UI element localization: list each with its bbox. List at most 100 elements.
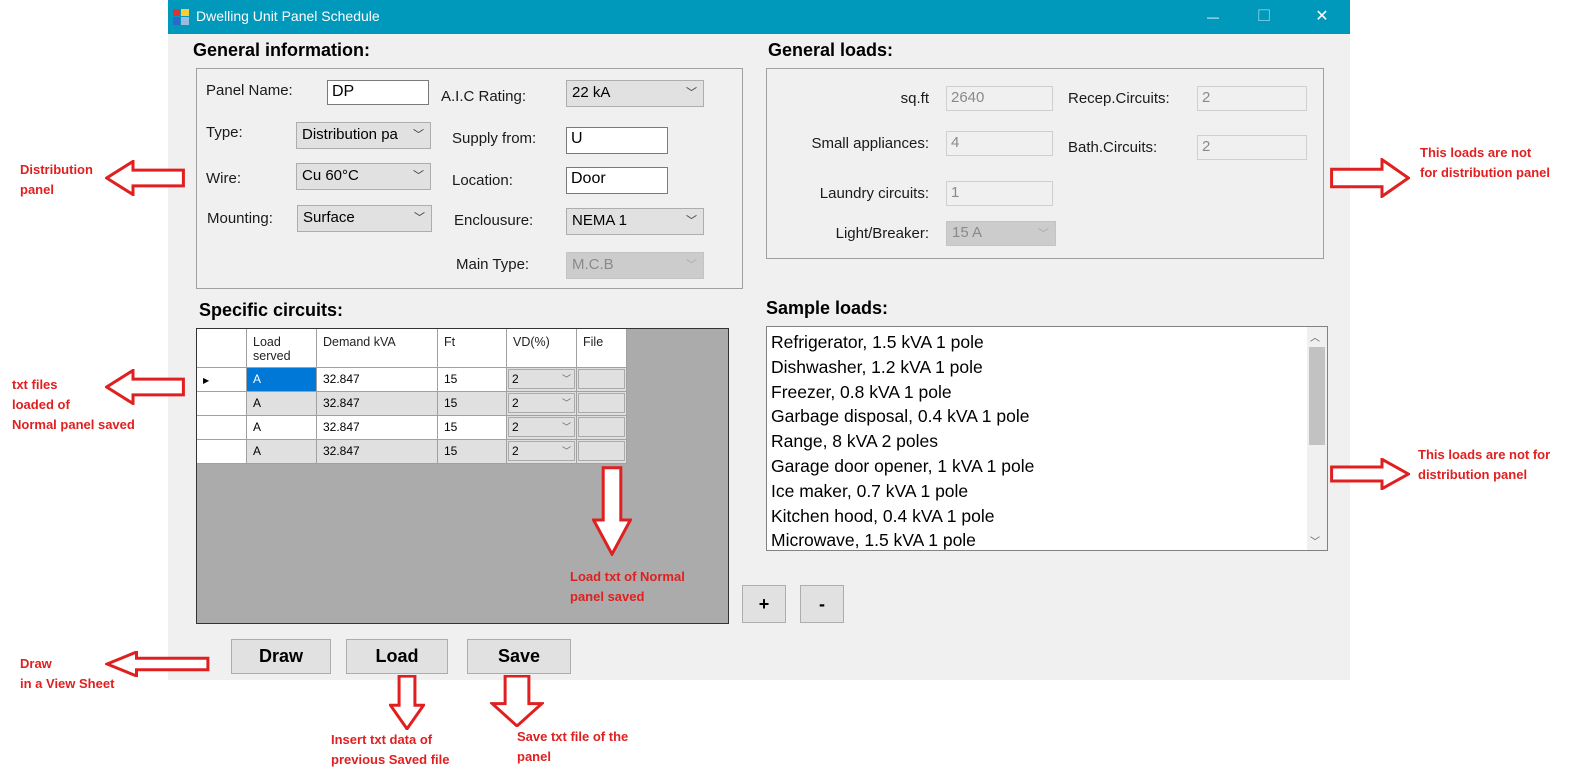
supply-label: Supply from: — [452, 130, 537, 147]
specific-circuits-heading: Specific circuits: — [199, 300, 344, 320]
annotation-sample-loads: This loads are not for distribution pane… — [1418, 447, 1551, 482]
recep-label: Recep.Circuits: — [1068, 90, 1170, 107]
file-button-face[interactable] — [578, 393, 625, 413]
save-button[interactable]: Save — [467, 639, 571, 674]
vd-select[interactable]: 2 ﹀ — [507, 440, 577, 464]
wire-select[interactable]: Cu 60°C ﹀ — [296, 163, 431, 190]
chevron-down-icon: ﹀ — [414, 212, 425, 224]
arrow-left-icon — [105, 369, 185, 405]
file-button[interactable] — [577, 392, 627, 416]
column-header[interactable]: Demand kVA — [317, 329, 438, 368]
remove-load-button[interactable]: - — [800, 585, 844, 623]
enclosure-select[interactable]: NEMA 1 ﹀ — [566, 208, 704, 235]
main-type-label: Main Type: — [456, 256, 530, 273]
chevron-down-icon: ﹀ — [561, 398, 571, 408]
demand-kva-cell[interactable]: 32.847 — [317, 416, 438, 440]
list-item[interactable]: Garage door opener, 1 kVA 1 pole — [771, 456, 1034, 477]
ft-cell[interactable]: 15 — [438, 440, 507, 464]
annotation-file-column: Load txt of Normal panel saved — [570, 569, 685, 604]
column-header[interactable]: Load served — [247, 329, 317, 368]
sample-loads-list[interactable]: ︿ ﹀ Refrigerator, 1.5 kVA 1 pole Dishwash… — [766, 326, 1328, 551]
arrow-down-icon — [592, 466, 632, 556]
vd-value: 2 — [512, 372, 519, 386]
file-button[interactable] — [577, 440, 627, 464]
laundry-input: 1 — [946, 181, 1053, 206]
bath-label: Bath.Circuits: — [1068, 139, 1158, 156]
light-breaker-select: 15 A ﹀ — [946, 221, 1056, 246]
vd-value: 2 — [512, 420, 519, 434]
sample-loads-heading: Sample loads: — [766, 298, 889, 318]
file-button[interactable] — [577, 368, 627, 392]
list-item[interactable]: Microwave, 1.5 kVA 1 pole — [771, 530, 976, 551]
list-item[interactable]: Dishwasher, 1.2 kVA 1 pole — [771, 357, 983, 378]
row-header[interactable]: ▶ — [197, 368, 247, 392]
aic-value: 22 kA — [572, 84, 611, 101]
mounting-select[interactable]: Surface ﹀ — [297, 205, 432, 232]
demand-kva-cell[interactable]: 32.847 — [317, 440, 438, 464]
scroll-down-icon[interactable]: ﹀ — [1310, 533, 1320, 548]
load-served-cell[interactable]: A — [247, 440, 317, 464]
list-item[interactable]: Kitchen hood, 0.4 kVA 1 pole — [771, 506, 994, 527]
vd-select[interactable]: 2 ﹀ — [507, 392, 577, 416]
panel-name-input[interactable]: DP — [327, 80, 429, 105]
annotation-load: Insert txt data of previous Saved file — [331, 732, 450, 767]
column-header[interactable]: Ft — [438, 329, 507, 368]
row-header[interactable] — [197, 440, 247, 464]
list-item[interactable]: Freezer, 0.8 kVA 1 pole — [771, 382, 952, 403]
load-served-cell[interactable]: A — [247, 392, 317, 416]
sqft-input: 2640 — [946, 86, 1053, 111]
type-select[interactable]: Distribution pa ﹀ — [296, 122, 431, 149]
arrow-down-icon — [490, 675, 544, 727]
list-item[interactable]: Garbage disposal, 0.4 kVA 1 pole — [771, 406, 1029, 427]
aic-select[interactable]: 22 kA ﹀ — [566, 80, 704, 107]
column-header[interactable]: VD(%) — [507, 329, 577, 368]
scroll-thumb[interactable] — [1309, 347, 1325, 445]
row-header[interactable] — [197, 392, 247, 416]
location-label: Location: — [452, 172, 513, 189]
chevron-down-icon: ﹀ — [686, 259, 697, 271]
annotation-distribution: Distribution panel — [20, 162, 93, 197]
vd-value: 2 — [512, 396, 519, 410]
app-icon — [173, 9, 189, 25]
mounting-label: Mounting: — [207, 210, 273, 227]
location-input[interactable]: Door — [566, 167, 668, 194]
file-button[interactable] — [577, 416, 627, 440]
ft-cell[interactable]: 15 — [438, 392, 507, 416]
demand-kva-cell[interactable]: 32.847 — [317, 368, 438, 392]
file-button-face[interactable] — [578, 417, 625, 437]
load-served-cell[interactable]: A — [247, 368, 317, 392]
list-item[interactable]: Ice maker, 0.7 kVA 1 pole — [771, 481, 968, 502]
load-button[interactable]: Load — [346, 639, 448, 674]
add-load-button[interactable]: + — [742, 585, 786, 623]
maximize-button[interactable]: ☐ — [1249, 4, 1279, 30]
file-button-face[interactable] — [578, 441, 625, 461]
column-header[interactable]: File — [577, 329, 627, 368]
arrow-left-icon — [105, 160, 185, 196]
minimize-button[interactable]: — — [1198, 4, 1228, 30]
sqft-label: sq.ft — [900, 90, 929, 107]
row-header[interactable] — [197, 416, 247, 440]
load-served-cell[interactable]: A — [247, 416, 317, 440]
supply-input[interactable]: U — [566, 127, 668, 154]
ft-cell[interactable]: 15 — [438, 416, 507, 440]
vd-select[interactable]: 2 ﹀ — [507, 368, 577, 392]
general-info-heading: General information: — [193, 40, 371, 60]
type-value: Distribution pa — [302, 126, 398, 143]
window-title: Dwelling Unit Panel Schedule — [196, 8, 380, 24]
mounting-value: Surface — [303, 209, 355, 226]
row-header-corner — [197, 329, 247, 368]
scroll-up-icon[interactable]: ︿ — [1310, 329, 1320, 344]
scrollbar[interactable]: ︿ ﹀ — [1307, 327, 1327, 550]
demand-kva-cell[interactable]: 32.847 — [317, 392, 438, 416]
list-item[interactable]: Range, 8 kVA 2 poles — [771, 431, 938, 452]
draw-button[interactable]: Draw — [231, 639, 331, 674]
ft-cell[interactable]: 15 — [438, 368, 507, 392]
general-loads-heading: General loads: — [768, 40, 894, 60]
recep-input: 2 — [1197, 86, 1307, 111]
close-button[interactable]: ✕ — [1307, 4, 1337, 30]
chevron-down-icon: ﹀ — [561, 374, 571, 384]
file-button-face[interactable] — [578, 369, 625, 389]
vd-value: 2 — [512, 444, 519, 458]
vd-select[interactable]: 2 ﹀ — [507, 416, 577, 440]
list-item[interactable]: Refrigerator, 1.5 kVA 1 pole — [771, 332, 984, 353]
